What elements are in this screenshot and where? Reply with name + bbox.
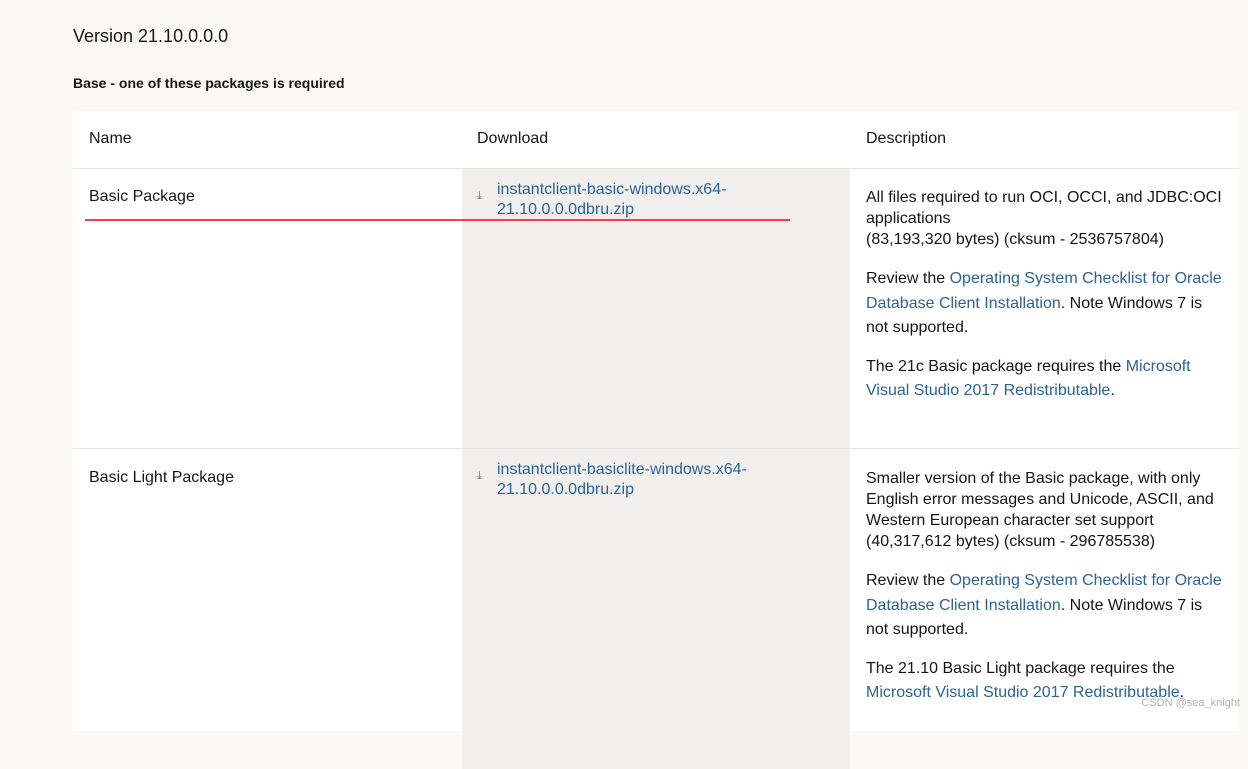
table-header: Name Download Description bbox=[73, 111, 1239, 169]
desc-checklist: Review the Operating System Checklist fo… bbox=[866, 572, 1222, 638]
row-name-basic-light: Basic Light Package bbox=[89, 469, 234, 486]
row-divider bbox=[73, 448, 1239, 449]
downloads-table: Name Download Description Basic Package … bbox=[73, 111, 1239, 769]
download-link-basic[interactable]: ⤓ instantclient-basic-windows.x64- 21.10… bbox=[477, 180, 807, 220]
download-icon: ⤓ bbox=[477, 190, 482, 202]
row-name-basic: Basic Package bbox=[89, 188, 195, 205]
desc-checklist: Review the Operating System Checklist fo… bbox=[866, 270, 1222, 336]
header-download: Download bbox=[477, 130, 549, 147]
highlight-underline bbox=[85, 219, 790, 221]
download-link-text[interactable]: instantclient-basiclite-windows.x64- 21.… bbox=[497, 460, 807, 500]
desc-size: All files required to run OCI, OCCI, and… bbox=[866, 189, 1222, 248]
header-description: Description bbox=[866, 130, 947, 147]
download-link-text[interactable]: instantclient-basic-windows.x64- 21.10.0… bbox=[497, 180, 807, 220]
vs-redistributable-link[interactable]: Microsoft Visual Studio 2017 Redistribut… bbox=[866, 684, 1180, 701]
download-link-basiclite[interactable]: ⤓ instantclient-basiclite-windows.x64- 2… bbox=[477, 460, 807, 500]
header-name: Name bbox=[89, 130, 132, 147]
section-title: Base - one of these packages is required bbox=[73, 75, 345, 91]
row-description-basic: All files required to run OCI, OCCI, and… bbox=[866, 187, 1226, 418]
desc-redistributable: The 21c Basic package requires the Micro… bbox=[866, 357, 1191, 400]
download-icon: ⤓ bbox=[477, 470, 482, 482]
desc-size: Smaller version of the Basic package, wi… bbox=[866, 470, 1214, 550]
watermark: CSDN @sea_knight bbox=[1141, 697, 1240, 709]
version-heading: Version 21.10.0.0.0 bbox=[73, 26, 229, 46]
row-description-basic-light: Smaller version of the Basic package, wi… bbox=[866, 468, 1226, 720]
